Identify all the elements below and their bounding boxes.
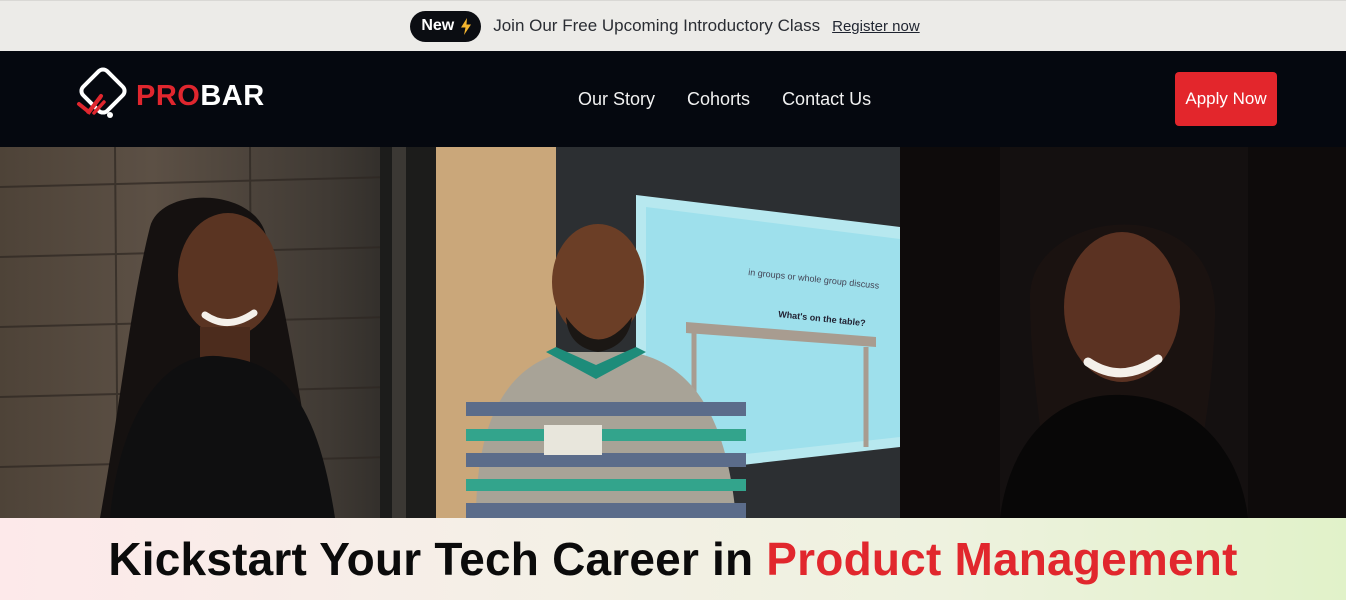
main-navbar: PROBAR Our Story Cohorts Contact Us Appl…: [0, 51, 1346, 147]
hero-photo-strip: in groups or whole group discuss What's …: [0, 147, 1346, 518]
lightning-icon: [460, 17, 472, 35]
nav-link-contact-us[interactable]: Contact Us: [782, 89, 871, 110]
hero-photo-woman-braids: [0, 147, 436, 518]
announcement-content: New Join Our Free Upcoming Introductory …: [410, 10, 920, 42]
nav-link-cohorts[interactable]: Cohorts: [687, 89, 750, 110]
hero-headline-main: Kickstart Your Tech Career in: [108, 533, 767, 585]
probar-logo[interactable]: PROBAR: [70, 66, 280, 126]
hero-photo-woman-smiling: [900, 147, 1346, 518]
nav-link-our-story[interactable]: Our Story: [578, 89, 655, 110]
logo-wordmark-bar: BAR: [200, 79, 265, 112]
hero-headline: Kickstart Your Tech Career in Product Ma…: [108, 532, 1237, 586]
new-badge-label: New: [421, 17, 455, 34]
apply-now-button[interactable]: Apply Now: [1175, 72, 1277, 126]
hero-photo-man-presentation: in groups or whole group discuss What's …: [436, 147, 900, 518]
hero-headline-band: Kickstart Your Tech Career in Product Ma…: [0, 518, 1346, 600]
nav-links: Our Story Cohorts Contact Us: [578, 89, 903, 110]
hero-headline-highlight: Product Management: [766, 533, 1238, 585]
announcement-bar: New Join Our Free Upcoming Introductory …: [0, 0, 1346, 51]
register-now-link[interactable]: Register now: [832, 18, 920, 35]
logo-wordmark: PROBAR: [136, 80, 265, 113]
announcement-text: Join Our Free Upcoming Introductory Clas…: [493, 16, 821, 35]
logo-mark-icon: [77, 67, 127, 118]
logo-wordmark-pro: PRO: [136, 79, 201, 112]
new-badge: New: [410, 10, 482, 42]
